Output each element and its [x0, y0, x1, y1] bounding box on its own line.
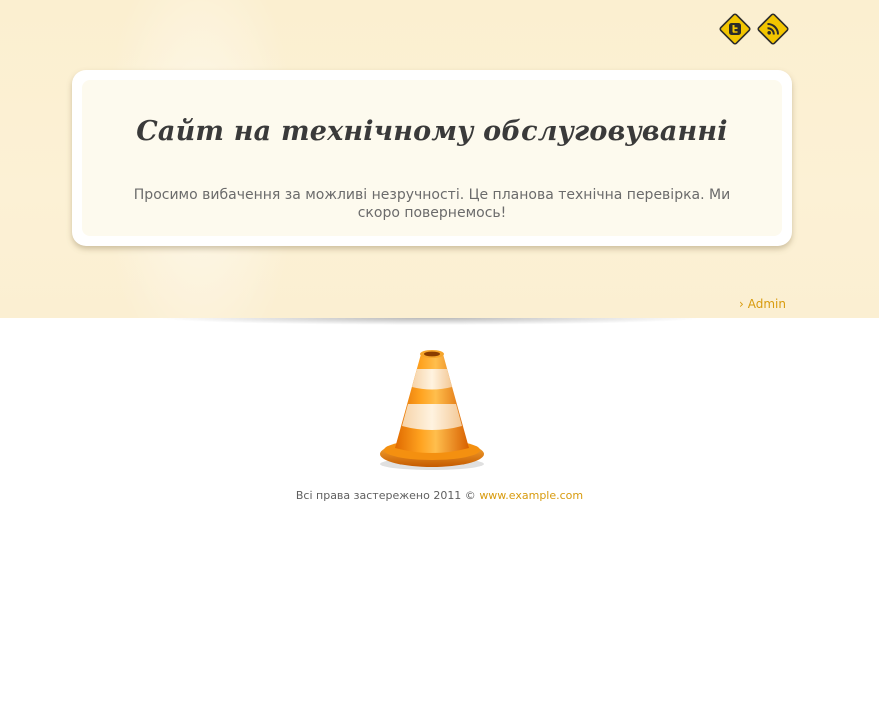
admin-link[interactable]: › Admin	[739, 297, 786, 311]
rss-icon[interactable]	[757, 13, 789, 45]
admin-link-label: Admin	[747, 297, 786, 311]
maintenance-card: Сайт на технічному обслуговуванні Просим…	[72, 70, 792, 246]
header-band-shadow	[160, 318, 700, 332]
chevron-right-icon: ›	[738, 297, 744, 311]
traffic-cone-icon	[377, 346, 487, 474]
twitter-icon[interactable]	[719, 13, 751, 45]
page-title: Сайт на технічному обслуговуванні	[136, 116, 728, 147]
copyright-text: Всі права застережено 2011 ©	[295, 489, 476, 502]
footer: Всі права застережено 2011 © www.example…	[0, 489, 879, 502]
maintenance-message: Просимо вибачення за можливі незручності…	[133, 187, 731, 221]
maintenance-card-inner: Сайт на технічному обслуговуванні Просим…	[82, 80, 782, 236]
footer-site-link[interactable]: www.example.com	[479, 489, 583, 502]
